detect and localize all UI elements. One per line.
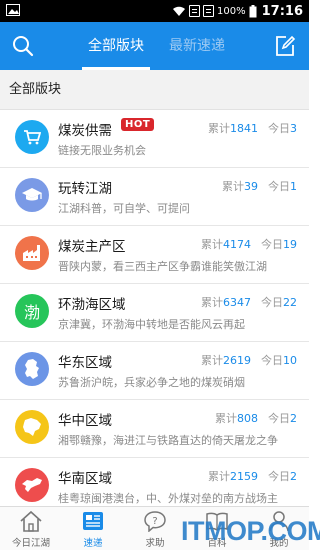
today-count: 22 — [283, 296, 297, 309]
today-count: 2 — [290, 412, 297, 425]
total-label: 累计 — [208, 122, 230, 135]
today-count: 10 — [283, 354, 297, 367]
wifi-icon — [173, 6, 186, 16]
forum-title: 华南区域 — [58, 471, 112, 487]
forum-subtitle: 苏鲁浙沪皖，兵家必争之地的煤炭硝烟 — [58, 376, 245, 389]
forum-row[interactable]: 华东区域苏鲁浙沪皖，兵家必争之地的煤炭硝烟 累计2619 今日10 — [0, 342, 309, 400]
today-count: 2 — [290, 470, 297, 483]
total-label: 累计 — [201, 354, 223, 367]
forum-row[interactable]: 煤炭主产区晋陕内蒙，看三西主产区争霸谁能笑傲江湖 累计4174 今日19 — [0, 226, 309, 284]
forum-subtitle: 京津冀，环渤海中转地是否能风云再起 — [58, 318, 245, 331]
tab-all-forums[interactable]: 全部版块 — [80, 22, 152, 70]
total-count: 4174 — [223, 238, 251, 251]
forum-subtitle: 湘鄂赣豫，海进江与铁路直达的倚天屠龙之争 — [58, 434, 278, 447]
today-label: 今日 — [261, 296, 283, 309]
svg-text:?: ? — [152, 516, 157, 527]
graduation-cap-icon — [15, 178, 49, 212]
forum-stats: 累计808 今日2 — [215, 410, 297, 426]
forum-row[interactable]: 煤炭供需 HOT 链接无限业务机会 累计1841 今日3 — [0, 110, 309, 168]
bohai-char-icon: 渤 — [15, 294, 49, 328]
total-count: 808 — [237, 412, 258, 425]
today-label: 今日 — [268, 122, 290, 135]
tab-latest[interactable]: 最新速递 — [160, 22, 234, 70]
total-label: 累计 — [208, 470, 230, 483]
compose-icon[interactable] — [273, 34, 297, 58]
forum-subtitle: 桂粤琼闽港澳台，中、外煤对垒的南方战场主 — [58, 492, 278, 505]
tabbar-item-news[interactable]: 速递 — [62, 507, 124, 550]
section-title: 全部版块 — [0, 70, 309, 110]
forum-title: 华东区域 — [58, 355, 112, 371]
help-icon: ? — [144, 511, 166, 532]
total-count: 6347 — [223, 296, 251, 309]
factory-icon — [15, 236, 49, 270]
forum-title: 煤炭主产区 — [58, 239, 126, 255]
south-china-map-icon — [15, 468, 49, 502]
watermark-text: ITMOP.COM — [181, 516, 320, 546]
total-count: 2619 — [223, 354, 251, 367]
today-count: 3 — [290, 122, 297, 135]
forum-stats: 累计2619 今日10 — [201, 352, 297, 368]
forum-title: 环渤海区域 — [58, 297, 126, 313]
forum-title: 玩转江湖 — [58, 181, 112, 197]
total-label: 累计 — [222, 180, 244, 193]
total-label: 累计 — [201, 238, 223, 251]
battery-icon — [249, 4, 257, 17]
today-count: 19 — [283, 238, 297, 251]
forum-row[interactable]: 华中区域湘鄂赣豫，海进江与铁路直达的倚天屠龙之争 累计808 今日2 — [0, 400, 309, 458]
forum-stats: 累计2159 今日2 — [208, 468, 297, 484]
today-label: 今日 — [261, 354, 283, 367]
tabbar-label: 速递 — [83, 538, 103, 549]
top-bar: 全部版块 最新速递 — [0, 22, 309, 70]
forum-stats: 累计39 今日1 — [222, 178, 297, 194]
today-label: 今日 — [268, 412, 290, 425]
central-china-map-icon — [15, 410, 49, 444]
forum-title: 煤炭供需 — [58, 123, 112, 139]
tabbar-item-today[interactable]: 今日江湖 — [0, 507, 62, 550]
sim2-icon — [203, 5, 215, 17]
clock: 17:16 — [261, 3, 303, 19]
forum-stats: 累计4174 今日19 — [201, 236, 297, 252]
status-bar: 100% 17:16 — [0, 0, 309, 22]
forum-subtitle: 链接无限业务机会 — [58, 144, 146, 157]
battery-percent: 100% — [217, 5, 246, 17]
news-icon — [83, 512, 103, 530]
cart-icon — [15, 120, 49, 154]
home-icon — [20, 510, 42, 532]
forum-row[interactable]: 玩转江湖江湖科普，可自学、可提问 累计39 今日1 — [0, 168, 309, 226]
image-notification-icon — [6, 4, 20, 16]
forum-row[interactable]: 渤环渤海区域京津冀，环渤海中转地是否能风云再起 累计6347 今日22 — [0, 284, 309, 342]
total-count: 1841 — [230, 122, 258, 135]
east-china-map-icon — [15, 352, 49, 386]
forum-stats: 累计6347 今日22 — [201, 294, 297, 310]
total-count: 39 — [244, 180, 258, 193]
forum-subtitle: 江湖科普，可自学、可提问 — [58, 202, 190, 215]
total-count: 2159 — [230, 470, 258, 483]
watermark: ITMOP.COM — [175, 516, 320, 550]
forum-title: 华中区域 — [58, 413, 112, 429]
hot-badge: HOT — [121, 118, 155, 131]
today-label: 今日 — [268, 180, 290, 193]
tabbar-label: 今日江湖 — [11, 538, 50, 549]
forum-subtitle: 晋陕内蒙，看三西主产区争霸谁能笑傲江湖 — [58, 260, 267, 273]
today-label: 今日 — [268, 470, 290, 483]
total-label: 累计 — [215, 412, 237, 425]
today-label: 今日 — [261, 238, 283, 251]
total-label: 累计 — [201, 296, 223, 309]
forum-stats: 累计1841 今日3 — [208, 120, 297, 136]
search-icon[interactable] — [11, 34, 35, 58]
today-count: 1 — [290, 180, 297, 193]
sim1-icon — [189, 5, 201, 17]
